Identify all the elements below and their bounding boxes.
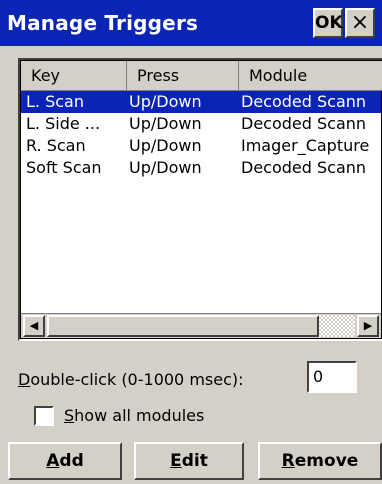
scroll-right-icon[interactable]: ▶ xyxy=(357,315,379,337)
double-click-label-text: ouble-click (0-1000 msec): xyxy=(30,370,244,389)
row-key: R. Scan xyxy=(26,136,86,155)
column-header-press[interactable]: Press xyxy=(127,61,239,91)
title-bar: Manage Triggers OK × xyxy=(0,0,382,46)
list-row[interactable]: L. Scan Up/Down Decoded Scann xyxy=(21,91,381,113)
row-module: Imager_Capture xyxy=(241,136,370,155)
list-frame: Key Press Module L. Scan Up/Down Decoded… xyxy=(20,60,382,339)
show-all-modules-checkbox[interactable] xyxy=(34,406,54,426)
list-row[interactable]: R. Scan Up/Down Imager_Capture xyxy=(21,135,381,157)
remove-mnemonic: R xyxy=(281,451,295,471)
row-key: L. Side ... xyxy=(26,114,101,133)
edit-button[interactable]: Edit xyxy=(134,442,244,480)
row-module: Decoded Scann xyxy=(241,92,367,111)
column-header-key[interactable]: Key xyxy=(21,61,127,91)
scrollbar-track[interactable] xyxy=(319,315,355,337)
row-key: Soft Scan xyxy=(26,158,102,177)
row-press: Up/Down xyxy=(129,136,202,155)
remove-button[interactable]: Remove xyxy=(258,442,382,480)
add-button[interactable]: Add xyxy=(8,442,122,480)
double-click-label: Double-click (0-1000 msec): xyxy=(18,370,244,389)
edit-mnemonic: E xyxy=(170,451,182,471)
row-press: Up/Down xyxy=(129,158,202,177)
list-header: Key Press Module xyxy=(21,61,382,91)
ok-button[interactable]: OK xyxy=(313,8,343,38)
remove-label: emove xyxy=(294,451,359,471)
list-row[interactable]: L. Side ... Up/Down Decoded Scann xyxy=(21,113,381,135)
horizontal-scrollbar[interactable]: ◀ ▶ xyxy=(21,313,381,338)
manage-triggers-window: Manage Triggers OK × Key Press Module L.… xyxy=(0,0,382,484)
row-press: Up/Down xyxy=(129,114,202,133)
list-row[interactable]: Soft Scan Up/Down Decoded Scann xyxy=(21,157,381,179)
add-label: dd xyxy=(59,451,84,471)
window-title: Manage Triggers xyxy=(7,11,199,35)
close-button[interactable]: × xyxy=(345,8,375,38)
edit-label: dit xyxy=(181,451,208,471)
show-all-modules-label[interactable]: Show all modules xyxy=(64,406,204,425)
row-press: Up/Down xyxy=(129,92,202,111)
show-all-mnemonic: S xyxy=(64,406,75,425)
row-module: Decoded Scann xyxy=(241,158,367,177)
row-module: Decoded Scann xyxy=(241,114,367,133)
column-header-module[interactable]: Module xyxy=(239,61,382,91)
scroll-left-icon[interactable]: ◀ xyxy=(23,315,45,337)
double-click-field[interactable]: 0 xyxy=(307,361,357,393)
add-mnemonic: A xyxy=(46,451,60,471)
show-all-label-text: how all modules xyxy=(74,406,205,425)
double-click-mnemonic: D xyxy=(18,370,31,389)
triggers-list[interactable]: Key Press Module L. Scan Up/Down Decoded… xyxy=(18,58,382,341)
scrollbar-thumb[interactable] xyxy=(47,315,319,337)
row-key: L. Scan xyxy=(26,92,84,111)
